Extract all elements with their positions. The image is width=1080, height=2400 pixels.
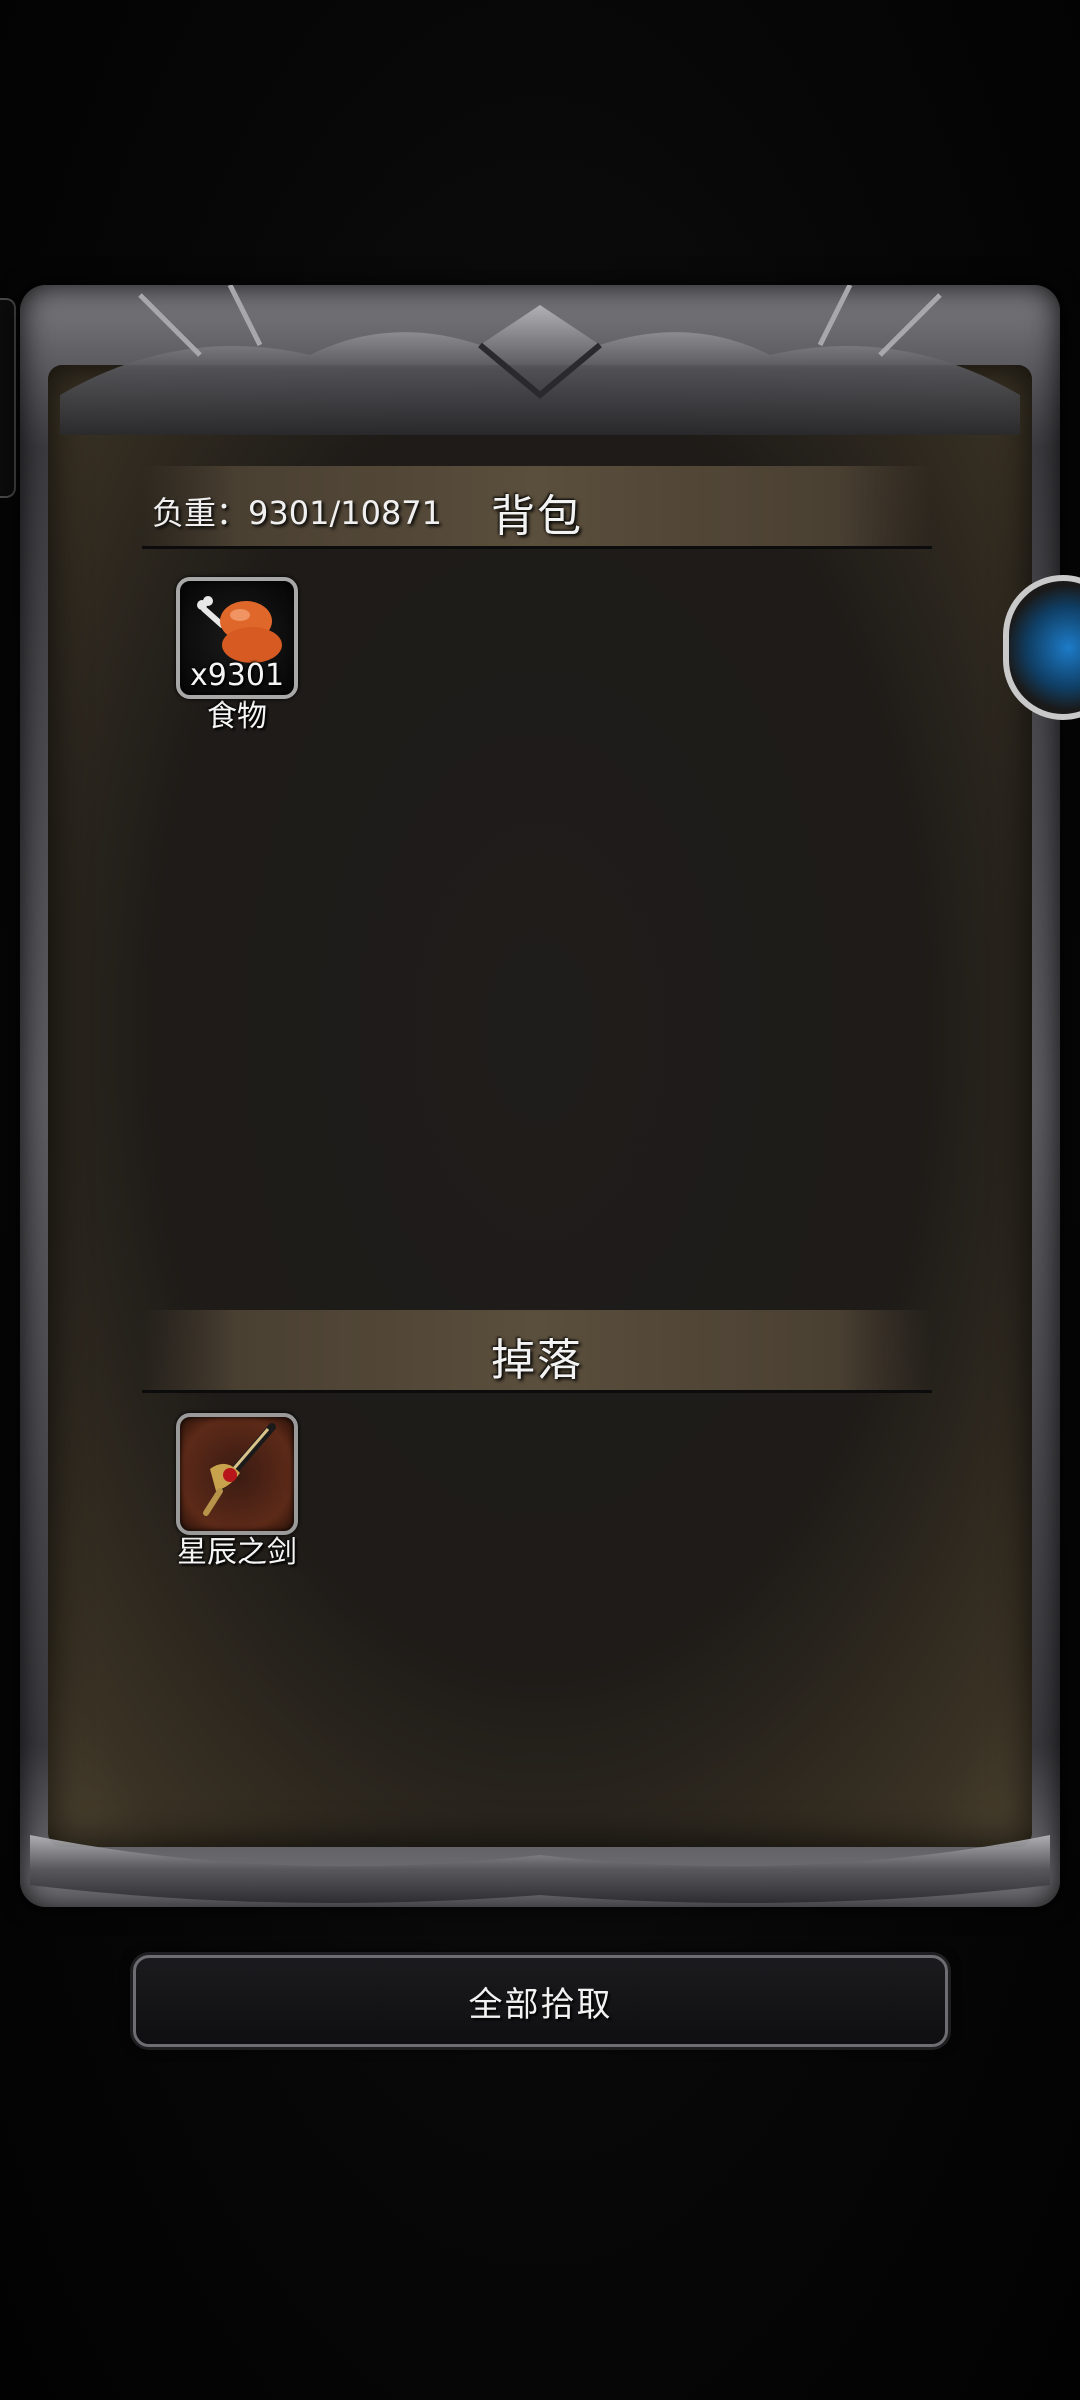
drop-title: 掉落 xyxy=(491,1335,583,1386)
bag-item-food[interactable]: x9301 食物 xyxy=(167,577,307,735)
drop-item-sword[interactable]: 星辰之剑 xyxy=(167,1413,307,1571)
screen: 负重：9301/10871 背包 x9301 食物 掉落 星辰之剑 全部拾取 xyxy=(0,0,1080,2400)
panel-bottom-ornament xyxy=(30,1835,1050,1903)
pickup-all-button[interactable]: 全部拾取 xyxy=(133,1955,948,2047)
drop-section-header: 掉落 xyxy=(142,1310,932,1393)
item-count: x9301 xyxy=(189,658,285,693)
bag-title: 背包 xyxy=(491,491,583,542)
item-slot[interactable] xyxy=(176,1413,298,1535)
left-edge-tab[interactable] xyxy=(0,298,16,498)
item-slot[interactable]: x9301 xyxy=(176,577,298,699)
pickup-all-label: 全部拾取 xyxy=(468,1984,613,2025)
bag-section-header: 负重：9301/10871 背包 xyxy=(142,466,932,549)
sword-icon xyxy=(203,1423,276,1516)
panel-top-ornament xyxy=(60,285,1020,435)
